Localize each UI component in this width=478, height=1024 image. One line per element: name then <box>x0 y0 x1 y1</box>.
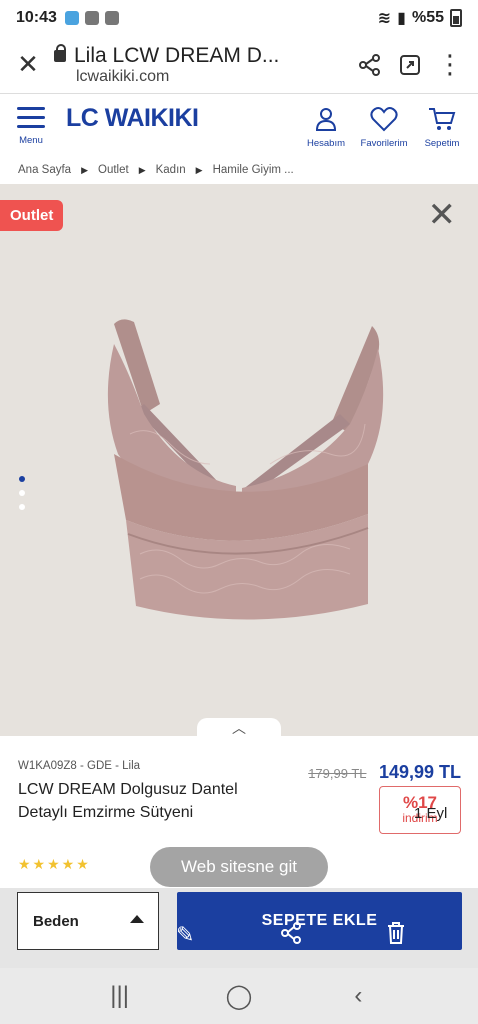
user-icon <box>314 106 338 136</box>
battery-percent: %55 <box>411 9 444 26</box>
account-label: Hesabım <box>306 137 345 149</box>
recents-icon[interactable]: ||| <box>100 982 140 1010</box>
notification-icons <box>64 11 119 25</box>
trash-icon[interactable] <box>386 922 406 950</box>
browser-title: Lila LCW DREAM D... <box>74 43 280 67</box>
toast-message[interactable]: Web sitesne git <box>150 847 328 887</box>
signal-icon: ▮ <box>397 10 406 27</box>
add-to-cart-button[interactable]: SEPETE EKLE <box>177 892 462 950</box>
chevron-up-icon[interactable]: ︿ <box>197 718 281 736</box>
breadcrumb: Ana Sayfa ▶ Outlet ▶ Kadın ▶ Hamile Giyi… <box>0 158 478 182</box>
browser-title-block[interactable]: Lila LCW DREAM D... lcwaikiki.com <box>54 43 350 86</box>
battery-icon <box>450 9 462 27</box>
lock-icon <box>54 43 66 62</box>
edit-icon[interactable]: ✎ <box>176 922 194 948</box>
browser-title-row: Lila LCW DREAM D... <box>54 43 350 68</box>
menu-button[interactable]: Menu <box>14 104 48 146</box>
browser-toolbar: ✕ Lila LCW DREAM D... lcwaikiki.com ⋮ <box>0 36 478 94</box>
breadcrumb-separator-icon: ▶ <box>81 164 88 175</box>
image-notification-icon <box>84 11 99 25</box>
account-button[interactable]: Hesabım <box>304 106 348 149</box>
cart-icon <box>428 106 456 136</box>
breadcrumb-item[interactable]: Outlet <box>98 164 129 176</box>
heart-outline-icon[interactable]: ♡ <box>68 922 88 948</box>
hamburger-line <box>17 116 45 119</box>
breadcrumb-item[interactable]: Kadın <box>156 164 186 176</box>
share-icon[interactable] <box>350 45 390 85</box>
header-actions: Hesabım Favorilerim Sepetim <box>304 106 464 149</box>
home-icon[interactable]: ◯ <box>219 982 259 1011</box>
price-block: 179,99 TL 149,99 TL <box>308 762 461 783</box>
share-icon[interactable] <box>280 922 302 950</box>
gallery-dot[interactable] <box>19 490 25 496</box>
discount-badge: %17 indirim 1 Eyl <box>379 786 461 834</box>
outlet-badge: Outlet <box>0 200 64 231</box>
rating-stars[interactable]: ★★★★★ <box>18 856 91 873</box>
favorites-label: Favorilerim <box>360 137 408 149</box>
status-bar: 10:43 ≋ ▮ %55 <box>0 0 478 36</box>
breadcrumb-separator-icon: ▶ <box>138 164 146 175</box>
hamburger-icon <box>17 107 45 110</box>
bottom-action-bar: Beden SEPETE EKLE ♡ ✎ <box>0 888 478 968</box>
breadcrumb-item[interactable]: Hamile Giyim ... <box>213 164 294 176</box>
more-options-icon[interactable]: ⋮ <box>430 45 470 85</box>
page: 10:43 ≋ ▮ %55 ✕ Lila LCW DREAM D... lcwa… <box>0 0 478 1024</box>
app-notification-icon <box>64 11 79 25</box>
status-time: 10:43 <box>16 9 57 26</box>
gallery-dot[interactable] <box>19 504 25 510</box>
current-price: 149,99 TL <box>378 762 461 782</box>
system-nav-bar: ||| ◯ ‹ <box>0 968 478 1024</box>
menu-label: Menu <box>19 135 43 146</box>
settings-notification-icon <box>104 11 119 25</box>
gallery-dot[interactable] <box>19 476 25 482</box>
breadcrumb-separator-icon: ▶ <box>195 164 203 175</box>
breadcrumb-item[interactable]: Ana Sayfa <box>18 164 71 176</box>
back-icon[interactable]: ‹ <box>338 982 378 1010</box>
cart-label: Sepetim <box>424 137 460 149</box>
overlay-date-text: 1 Eyl <box>414 805 448 822</box>
close-icon[interactable]: ✕ <box>428 198 457 232</box>
wifi-icon: ≋ <box>377 10 392 27</box>
close-tab-icon[interactable]: ✕ <box>8 45 48 85</box>
size-select[interactable]: Beden <box>17 892 159 950</box>
browser-url: lcwaikiki.com <box>76 67 170 85</box>
site-logo[interactable]: LC WAIKIKI <box>66 104 199 133</box>
gallery-pagination <box>19 476 25 510</box>
favorites-button[interactable]: Favorilerim <box>360 106 408 149</box>
heart-icon <box>370 106 398 136</box>
old-price: 179,99 TL <box>308 766 367 781</box>
caret-up-icon <box>130 915 144 923</box>
cart-button[interactable]: Sepetim <box>420 106 464 149</box>
hamburger-line <box>17 125 45 128</box>
product-image <box>107 319 384 620</box>
open-in-browser-icon[interactable] <box>390 45 430 85</box>
product-name: LCW DREAM Dolgusuz Dantel Detaylı Emzirm… <box>18 781 238 821</box>
status-right: ≋ ▮ %55 <box>378 8 462 28</box>
site-header: Menu LC WAIKIKI Hesabım Favorilerim Sepe <box>0 95 478 155</box>
product-gallery[interactable]: Outlet ✕ ︿ <box>0 184 478 736</box>
